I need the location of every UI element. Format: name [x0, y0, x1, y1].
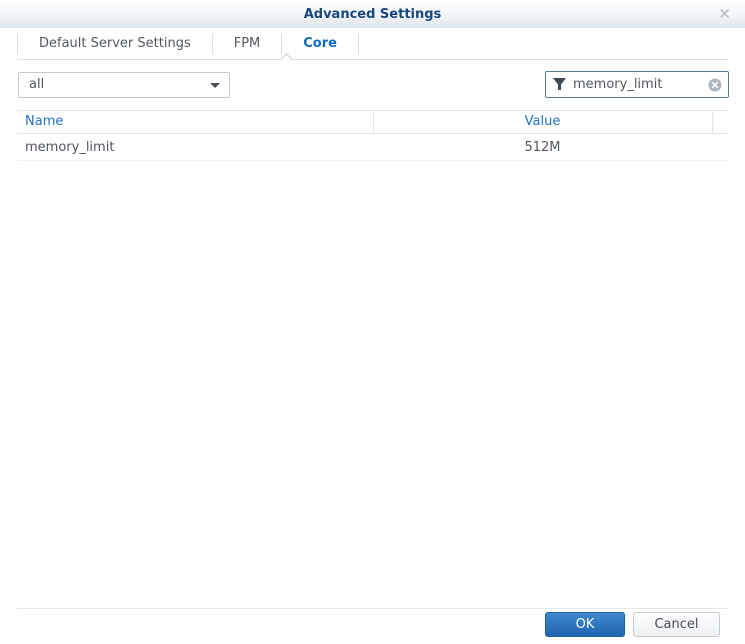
search-input[interactable]	[573, 73, 703, 96]
clear-search-icon[interactable]	[708, 78, 722, 92]
close-icon[interactable]: ✕	[718, 5, 731, 23]
column-separator	[373, 111, 374, 133]
tab-divider-line	[17, 59, 728, 60]
chevron-down-icon	[210, 83, 220, 88]
title-bar: Advanced Settings ✕	[0, 0, 745, 28]
dialog-title: Advanced Settings	[0, 7, 745, 22]
search-box	[545, 71, 729, 98]
tab-separator	[358, 34, 359, 54]
table-row-divider	[17, 160, 728, 161]
ok-button[interactable]: OK	[545, 612, 625, 637]
advanced-settings-dialog: Advanced Settings ✕ Default Server Setti…	[0, 0, 745, 644]
column-header-name[interactable]: Name	[25, 114, 63, 129]
tab-core[interactable]: Core	[282, 28, 358, 59]
column-header-value[interactable]: Value	[373, 114, 712, 129]
footer-divider	[17, 608, 728, 609]
tab-fpm[interactable]: FPM	[213, 28, 282, 59]
category-dropdown[interactable]: all	[18, 72, 230, 98]
tab-default-server-settings[interactable]: Default Server Settings	[18, 28, 212, 59]
cancel-button[interactable]: Cancel	[633, 612, 720, 637]
table-row-name[interactable]: memory_limit	[25, 140, 114, 155]
column-separator	[712, 111, 713, 133]
category-dropdown-value: all	[29, 73, 44, 97]
table-header-bottom-line	[17, 133, 728, 134]
table-row-value[interactable]: 512M	[373, 140, 712, 155]
tab-bar: Default Server Settings FPM Core	[17, 28, 728, 59]
filter-funnel-icon	[552, 77, 567, 96]
